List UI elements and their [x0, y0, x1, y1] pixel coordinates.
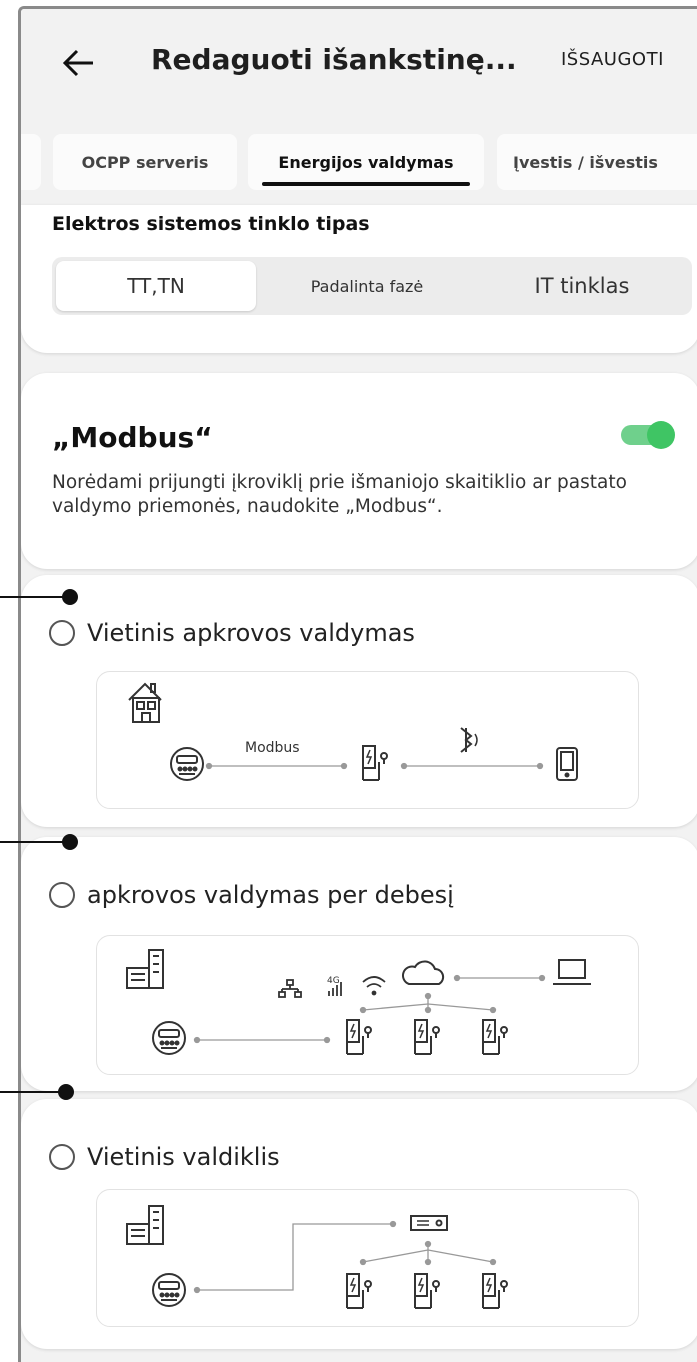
page-title: Redaguoti išankstinę... — [151, 43, 517, 76]
charger-icon — [482, 1019, 508, 1055]
local-load-diagram: Modbus — [96, 671, 639, 809]
callout-pointer — [0, 1084, 74, 1100]
controller-device-icon — [410, 1215, 448, 1231]
cloud-icon — [402, 960, 445, 985]
toggle-knob — [647, 421, 675, 449]
modbus-description: Norėdami prijungti įkroviklį prie išmani… — [52, 472, 627, 517]
option-label: Vietinis apkrovos valdymas — [87, 619, 415, 647]
charger-icon — [414, 1273, 440, 1309]
tab-label: Įvestis / išvestis — [513, 152, 658, 172]
callout-pointers — [0, 589, 78, 1100]
smartphone-icon — [556, 747, 578, 781]
laptop-icon — [553, 959, 591, 985]
grid-option-label: IT tinklas — [534, 274, 630, 298]
cloud-load-diagram: 4G — [96, 935, 639, 1075]
modbus-link-label: Modbus — [245, 740, 300, 756]
tab-bar: OCPP serveris Energijos valdymas Įvestis… — [21, 134, 697, 192]
smart-meter-icon — [152, 1021, 186, 1055]
smart-meter-icon — [170, 747, 204, 781]
charger-icon — [346, 1019, 372, 1055]
bluetooth-icon — [460, 727, 478, 753]
network-4g-label: 4G — [327, 976, 340, 986]
grid-type-card: Elektros sistemos tinklo tipas TT,TN Pad… — [21, 205, 697, 353]
charger-icon — [346, 1273, 372, 1309]
tab-label: Energijos valdymas — [278, 152, 454, 172]
house-icon — [128, 682, 162, 723]
modbus-card: „Modbus“ Norėdami prijungti įkroviklį pr… — [21, 373, 697, 569]
ethernet-icon — [278, 979, 302, 998]
smart-meter-icon — [152, 1273, 186, 1307]
charger-icon — [482, 1273, 508, 1309]
local-controller-diagram — [96, 1189, 639, 1327]
building-icon — [126, 1205, 164, 1245]
app-bar: Redaguoti išankstinę... IŠSAUGOTI — [21, 9, 697, 119]
charger-icon — [414, 1019, 440, 1055]
option-card-cloud-load[interactable]: apkrovos valdymas per debesį 4G — [21, 837, 697, 1091]
callout-pointer — [0, 834, 78, 850]
grid-option-split-phase[interactable]: Padalinta fazė — [262, 261, 472, 311]
grid-option-label: TT,TN — [127, 274, 185, 298]
active-tab-indicator — [262, 182, 470, 186]
option-card-local-controller[interactable]: Vietinis valdiklis — [21, 1099, 697, 1349]
option-card-local-load[interactable]: Vietinis apkrovos valdymas Modbus — [21, 575, 697, 827]
callout-pointer — [0, 589, 78, 605]
grid-type-segmented-control: TT,TN Padalinta fazė IT tinklas — [52, 257, 692, 315]
tab-input-output[interactable]: Įvestis / išvestis — [497, 134, 697, 190]
wifi-icon — [362, 976, 386, 996]
option-label: apkrovos valdymas per debesį — [87, 881, 454, 909]
save-button[interactable]: IŠSAUGOTI — [561, 49, 664, 70]
connection-line — [193, 1220, 497, 1294]
grid-option-label: Padalinta fazė — [310, 276, 424, 296]
charger-icon — [362, 745, 388, 781]
grid-option-it[interactable]: IT tinklas — [476, 261, 688, 311]
building-icon — [126, 949, 164, 989]
modbus-toggle[interactable] — [621, 419, 677, 451]
tab-energy-management[interactable]: Energijos valdymas — [248, 134, 484, 190]
